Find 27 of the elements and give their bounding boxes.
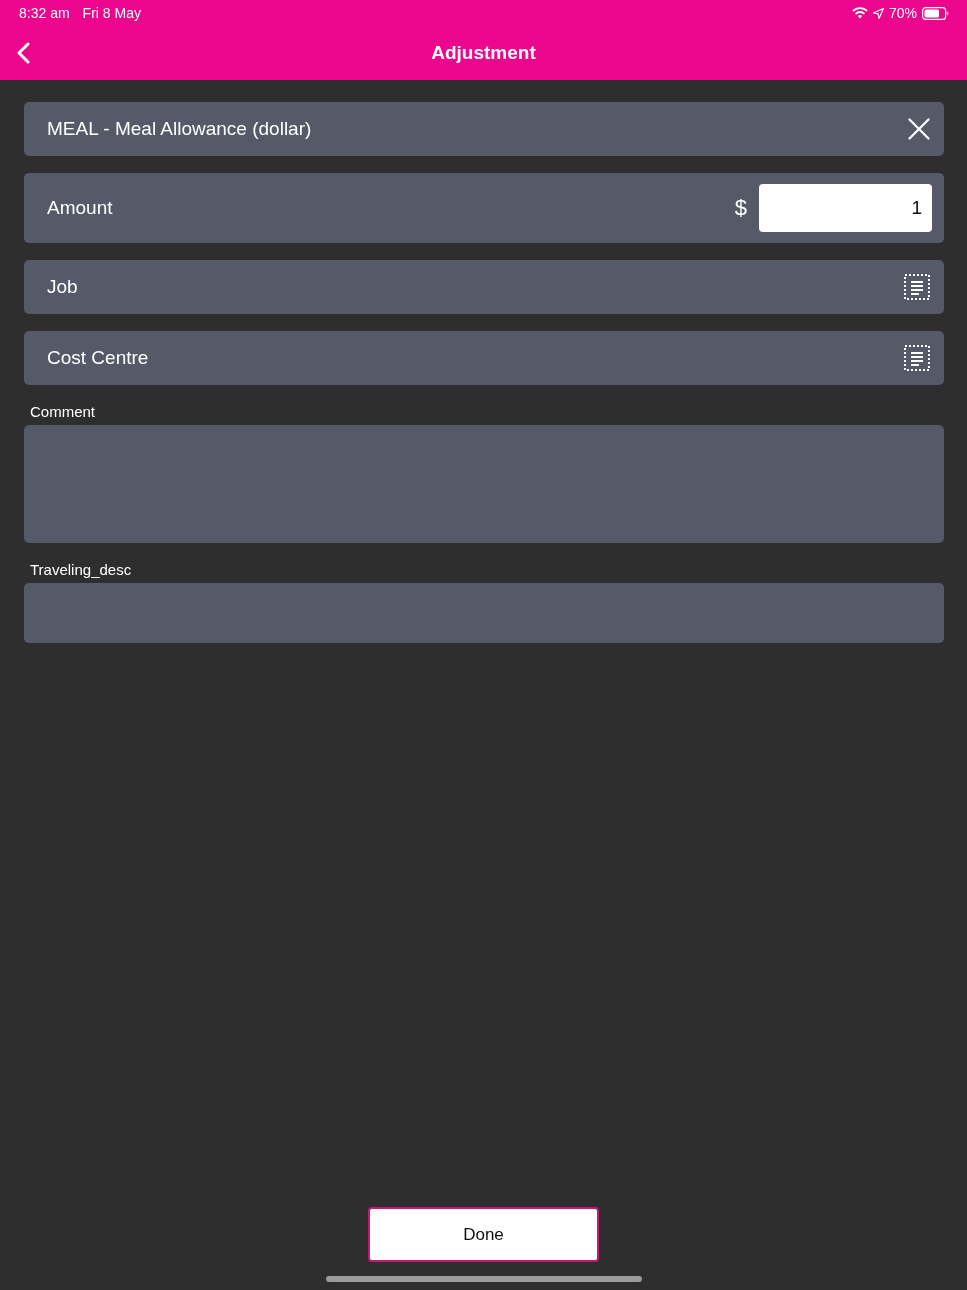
list-icon (904, 345, 930, 371)
field-label: Traveling_desc (29, 561, 133, 578)
field-label: Cost Centre (47, 347, 150, 369)
page-title: Adjustment (431, 42, 536, 64)
status-date: Fri 8 May (82, 5, 141, 21)
location-arrow-icon (872, 7, 884, 19)
field-label: Job (47, 276, 79, 298)
close-icon (908, 118, 930, 140)
picker-row[interactable]: Cost Centre (24, 331, 944, 385)
list-button[interactable] (904, 274, 930, 300)
field-label: Comment (29, 403, 97, 420)
amount-input[interactable]: 1 (759, 184, 932, 232)
battery-percent: 70% (888, 5, 917, 21)
clear-button[interactable] (908, 118, 930, 140)
list-icon (904, 274, 930, 300)
done-button[interactable]: Done (368, 1207, 599, 1262)
wifi-icon (851, 7, 868, 19)
status-time: 8:32 am (19, 5, 70, 21)
text-field[interactable] (24, 583, 944, 643)
picker-row[interactable]: Job (24, 260, 944, 314)
selected-item-text: MEAL - Meal Allowance (dollar) (47, 118, 313, 140)
list-button[interactable] (904, 345, 930, 371)
field-label: Amount (47, 197, 114, 219)
selected-item-row[interactable]: MEAL - Meal Allowance (dollar) (24, 102, 944, 156)
currency-symbol: $ (734, 195, 747, 221)
battery-icon (922, 6, 949, 20)
back-chevron-icon (16, 42, 30, 64)
